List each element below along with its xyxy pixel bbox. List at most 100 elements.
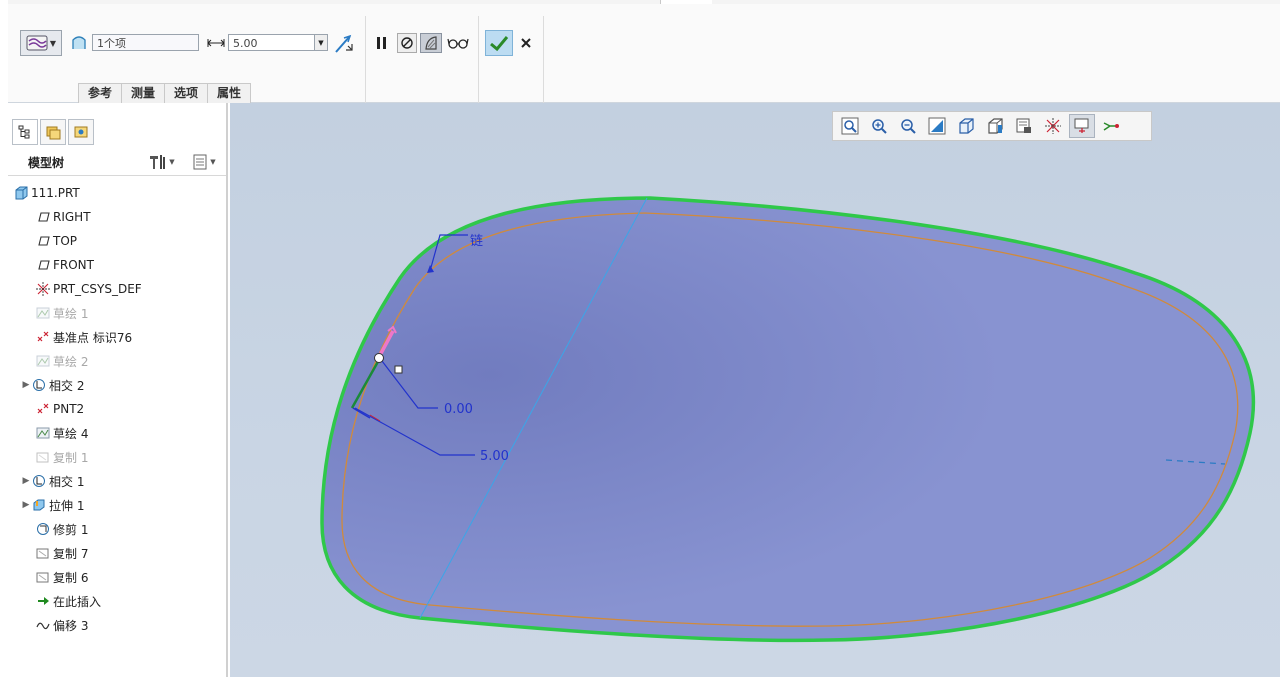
datum-plane-icon	[36, 258, 50, 272]
tree-item[interactable]: ▶ 相交 2	[8, 373, 226, 397]
tree-item[interactable]: TOP	[8, 229, 226, 253]
tree-item[interactable]: 草绘 4	[8, 421, 226, 445]
glasses-icon	[447, 38, 469, 49]
tree-item-label: 草绘 1	[53, 306, 89, 321]
favorites-icon	[74, 126, 88, 138]
tree-item[interactable]: 基准点 标识76	[8, 325, 226, 349]
list-icon	[193, 154, 207, 170]
folder-icon	[46, 126, 61, 140]
tree-item-label: 草绘 4	[53, 426, 89, 441]
tab-references[interactable]: 参考	[78, 83, 123, 103]
tree-item[interactable]: 偏移 3	[8, 613, 226, 637]
tree-item[interactable]: ▶ 拉伸 1	[8, 493, 226, 517]
checkmark-icon	[490, 36, 509, 52]
insert-here-icon	[36, 594, 50, 608]
tree-item[interactable]: 复制 7	[8, 541, 226, 565]
geometry-preview-button[interactable]	[420, 33, 442, 53]
distance-dropdown-button[interactable]: ▼	[315, 34, 328, 51]
csys-icon	[36, 282, 50, 296]
tree-item[interactable]: 复制 6	[8, 565, 226, 589]
pause-icon	[377, 37, 386, 49]
tree-item[interactable]: 在此插入	[8, 589, 226, 613]
tab-options[interactable]: 选项	[164, 83, 209, 103]
model-tree-title: 模型树	[28, 156, 65, 170]
sketch-icon	[36, 426, 50, 440]
chevron-down-icon: ▼	[318, 38, 324, 47]
tree-item[interactable]: 草绘 2	[8, 349, 226, 373]
model-viewport: 链 0.00 5.00	[320, 196, 1256, 643]
offset-surface-icon	[26, 35, 48, 51]
tree-item-label: 复制 7	[53, 546, 89, 561]
cancel-button[interactable]	[516, 32, 536, 54]
tree-item-label: 相交 1	[49, 474, 85, 489]
datum-plane-icon	[36, 234, 50, 248]
navigator-panel: 模型树 ▼ ▼ 111.PRT RIGHT TOP FRONT PRT_CSYS_DEF…	[8, 103, 228, 677]
tree-settings-button[interactable]: ▼	[143, 153, 179, 171]
tree-item-label: PNT2	[53, 402, 85, 416]
tree-item-label: 相交 2	[49, 378, 85, 393]
part-icon	[14, 186, 28, 200]
tree-item[interactable]: 复制 1	[8, 445, 226, 469]
expand-arrow-icon[interactable]: ▶	[20, 476, 32, 486]
model-tree-icon	[18, 125, 30, 139]
expand-arrow-icon[interactable]: ▶	[20, 500, 32, 510]
tree-item-label: 拉伸 1	[49, 498, 85, 513]
tree-item-label: FRONT	[53, 258, 94, 272]
tree-item-label: 偏移 3	[53, 618, 89, 633]
sketch-icon	[36, 354, 50, 368]
tree-item-label: 草绘 2	[53, 354, 89, 369]
tree-item-label: 复制 1	[53, 450, 89, 465]
trim-icon	[36, 522, 50, 536]
tab-properties[interactable]: 属性	[207, 83, 252, 103]
confirm-button[interactable]	[485, 30, 513, 56]
tab-favorites[interactable]	[68, 119, 94, 145]
offset-surface[interactable]	[320, 196, 1256, 643]
pause-button[interactable]	[373, 33, 391, 53]
datum-point-icon	[36, 402, 50, 416]
chevron-down-icon: ▼	[210, 158, 216, 166]
graphics-window[interactable]: 链 0.00 5.00	[230, 103, 1280, 677]
tree-item[interactable]: 修剪 1	[8, 517, 226, 541]
intersect-icon	[32, 474, 46, 488]
tree-item[interactable]: 草绘 1	[8, 301, 226, 325]
tree-item-label: TOP	[53, 234, 78, 248]
no-preview-icon	[401, 37, 413, 49]
tab-folder-browser[interactable]	[40, 119, 66, 145]
flip-direction-button[interactable]	[331, 31, 355, 55]
tree-item-label: PRT_CSYS_DEF	[53, 282, 142, 296]
geometry-preview-icon	[425, 36, 437, 50]
tree-item-label: 复制 6	[53, 570, 89, 585]
tree-item[interactable]: RIGHT	[8, 205, 226, 229]
verify-mode-button[interactable]	[446, 33, 470, 53]
offset-distance-input[interactable]: 5.00	[228, 34, 315, 51]
tree-item[interactable]: ▶ 相交 1	[8, 469, 226, 493]
tools-icon	[150, 155, 166, 169]
flip-direction-icon	[335, 34, 353, 53]
dashboard-tabs: 参考 测量 选项 属性	[78, 83, 252, 103]
tree-item[interactable]: PNT2	[8, 397, 226, 421]
datum-point-icon	[36, 330, 50, 344]
extrude-icon	[32, 498, 46, 512]
dim-start-value[interactable]: 0.00	[444, 402, 473, 417]
references-field[interactable]: 1个项	[92, 34, 199, 51]
dim-end-value[interactable]: 5.00	[480, 449, 509, 464]
start-point-handle[interactable]	[374, 353, 384, 363]
tree-show-button[interactable]: ▼	[186, 153, 222, 171]
no-preview-button[interactable]	[397, 33, 417, 53]
chevron-down-icon: ▼	[169, 158, 175, 166]
tab-model-tree[interactable]	[12, 119, 38, 145]
tab-measure[interactable]: 测量	[121, 83, 166, 103]
chain-label: 链	[470, 234, 483, 249]
copy-icon	[36, 450, 50, 464]
square-drag-handle[interactable]	[394, 365, 403, 374]
tree-item-label: RIGHT	[53, 210, 91, 224]
sketch-icon	[36, 306, 50, 320]
tree-item[interactable]: 111.PRT	[8, 181, 226, 205]
expand-arrow-icon[interactable]: ▶	[20, 380, 32, 390]
tree-item[interactable]: FRONT	[8, 253, 226, 277]
close-icon	[521, 38, 531, 48]
offset-type-dropdown[interactable]: ▼	[20, 30, 62, 56]
distance-icon	[205, 34, 227, 52]
tree-item[interactable]: PRT_CSYS_DEF	[8, 277, 226, 301]
datum-plane-icon	[36, 210, 50, 224]
